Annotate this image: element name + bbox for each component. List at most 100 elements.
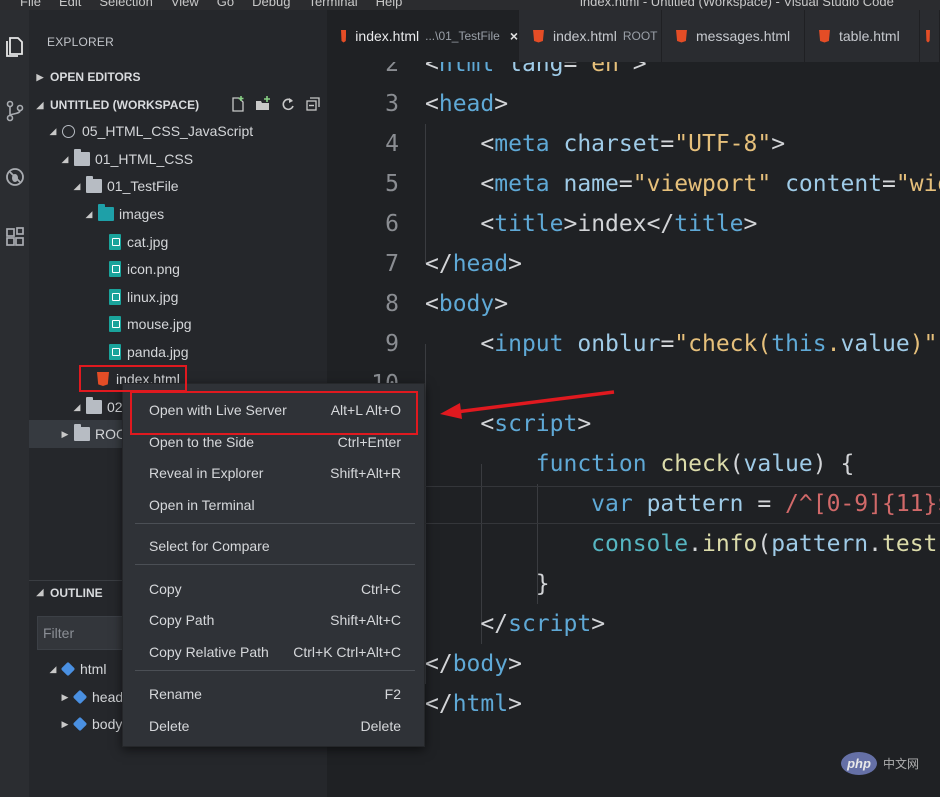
menu-item-delete[interactable]: Delete Delete — [123, 710, 426, 741]
menu-item-label: Open to the Side — [149, 434, 255, 450]
menu-item-select-for-compare[interactable]: Select for Compare — [123, 530, 426, 561]
chevron-down-icon: ◢ — [49, 125, 57, 136]
code-text: <title>index</title> — [425, 204, 757, 244]
menu-separator — [135, 523, 415, 524]
menu-selection[interactable]: Selection — [99, 0, 152, 9]
code-token: > — [494, 91, 509, 117]
menu-item-rename[interactable]: Rename F2 — [123, 678, 426, 709]
new-folder-icon[interactable] — [255, 95, 271, 113]
code-token: test — [882, 531, 938, 557]
collapse-all-icon[interactable] — [305, 95, 321, 113]
code-line: 3 <head> — [327, 84, 940, 124]
code-token: = — [882, 171, 896, 197]
menu-item-label: Reveal in Explorer — [149, 465, 264, 481]
menu-item-label: Delete — [149, 718, 190, 734]
tree-item-label: 01_TestFile — [107, 178, 179, 194]
code-token: value — [743, 451, 813, 477]
tree-item-label: panda.jpg — [127, 344, 189, 360]
tab-index-html-root[interactable]: index.html ROOT — [519, 10, 662, 62]
code-token: name — [549, 171, 619, 197]
root-folder-icon — [62, 124, 75, 138]
folder-icon — [86, 397, 102, 414]
outline-item[interactable]: ▶ head — [59, 684, 124, 710]
html5-icon — [341, 29, 347, 43]
editor-tabs: index.html ...\01_TestFile × index.html … — [327, 10, 940, 62]
close-icon[interactable]: × — [510, 28, 518, 44]
new-file-icon[interactable] — [230, 95, 246, 113]
code-token: = — [563, 62, 578, 77]
code-token: </ — [425, 651, 453, 677]
code-token: > — [771, 131, 786, 157]
tree-item-folder[interactable]: ◢ 01_TestFile — [71, 173, 179, 199]
tree-item-file[interactable]: cat.jpg — [107, 229, 168, 255]
outline-item[interactable]: ▶ body — [59, 711, 123, 737]
menu-edit[interactable]: Edit — [59, 0, 81, 9]
code-token: check — [646, 451, 730, 477]
code-token: </ — [425, 691, 453, 717]
context-menu: Open with Live Server Alt+L Alt+O Open t… — [122, 383, 425, 747]
files-icon[interactable] — [0, 30, 29, 64]
menu-item-copy[interactable]: Copy Ctrl+C — [123, 573, 426, 604]
menu-file[interactable]: File — [20, 0, 41, 9]
code-text: <head> — [425, 84, 508, 124]
menu-item-copy-path[interactable]: Copy Path Shift+Alt+C — [123, 604, 426, 635]
code-line: 9 <input onblur="check(this.value)" — [327, 324, 940, 364]
code-token: "wid — [895, 171, 940, 197]
refresh-icon[interactable] — [280, 95, 296, 113]
tab-index-html-testfile[interactable]: index.html ...\01_TestFile × — [327, 10, 519, 62]
code-text: <html lang="en"> — [425, 62, 647, 84]
code-token: body — [438, 291, 495, 317]
menu-view[interactable]: View — [171, 0, 199, 9]
image-file-icon — [109, 261, 121, 277]
code-text: } — [425, 564, 550, 604]
tab-messages-html[interactable]: messages.html — [662, 10, 805, 62]
annotation-box-index-html — [79, 365, 187, 392]
menu-item-copy-relative-path[interactable]: Copy Relative Path Ctrl+K Ctrl+Alt+C — [123, 636, 426, 667]
explorer-header: EXPLORER — [47, 35, 114, 49]
menu-terminal[interactable]: Terminal — [308, 0, 357, 9]
chevron-down-icon: ◢ — [36, 587, 44, 597]
tree-item-folder[interactable]: ◢ images — [83, 201, 164, 227]
line-number: 3 — [385, 91, 399, 117]
menu-item-reveal-in-explorer[interactable]: Reveal in Explorer Shift+Alt+R — [123, 457, 426, 488]
tree-item-file[interactable]: panda.jpg — [107, 339, 189, 365]
line-number: 7 — [385, 251, 399, 277]
debug-icon[interactable] — [0, 160, 29, 194]
tab-overflow[interactable] — [920, 10, 940, 62]
open-editors-section[interactable]: ▶ OPEN EDITORS — [29, 65, 327, 89]
code-token: < — [425, 291, 439, 317]
code-token: < — [425, 331, 495, 357]
tree-item-label: icon.png — [127, 261, 180, 277]
extensions-icon[interactable] — [0, 220, 29, 254]
code-token: < — [425, 211, 495, 237]
tab-table-html[interactable]: table.html — [805, 10, 920, 62]
code-token: "UTF-8" — [674, 131, 772, 157]
line-number: 9 — [385, 331, 399, 357]
tab-label: table.html — [839, 28, 900, 44]
code-token: input — [494, 331, 564, 357]
annotation-arrow — [440, 390, 615, 419]
tree-item-file[interactable]: icon.png — [107, 256, 180, 282]
code-token: html — [438, 62, 495, 77]
outline-label: OUTLINE — [50, 585, 103, 600]
window-title: index.html - Untitled (Workspace) - Visu… — [580, 0, 894, 9]
menu-item-open-in-terminal[interactable]: Open in Terminal — [123, 489, 426, 520]
code-text: </head> — [425, 244, 522, 284]
tree-item-folder[interactable]: ◢ 01_HTML_CSS — [59, 146, 193, 172]
tree-item-root[interactable]: ◢ 05_HTML_CSS_JavaScript — [47, 118, 254, 144]
code-token: title — [674, 211, 744, 237]
workspace-section[interactable]: ◢ UNTITLED (WORKSPACE) — [29, 93, 327, 117]
source-control-icon[interactable] — [0, 94, 29, 128]
menu-go[interactable]: Go — [217, 0, 234, 9]
menu-item-label: Select for Compare — [149, 538, 270, 554]
line-number: 5 — [385, 171, 399, 197]
menu-debug[interactable]: Debug — [252, 0, 290, 9]
tree-item-file[interactable]: linux.jpg — [107, 284, 178, 310]
menu-help[interactable]: Help — [376, 0, 403, 9]
outline-item[interactable]: ◢ html — [47, 656, 107, 682]
code-token: > — [508, 251, 522, 277]
tree-item-file[interactable]: mouse.jpg — [107, 311, 192, 337]
folder-icon — [74, 424, 90, 441]
code-token: </ — [425, 251, 453, 277]
code-token: . — [868, 531, 883, 557]
